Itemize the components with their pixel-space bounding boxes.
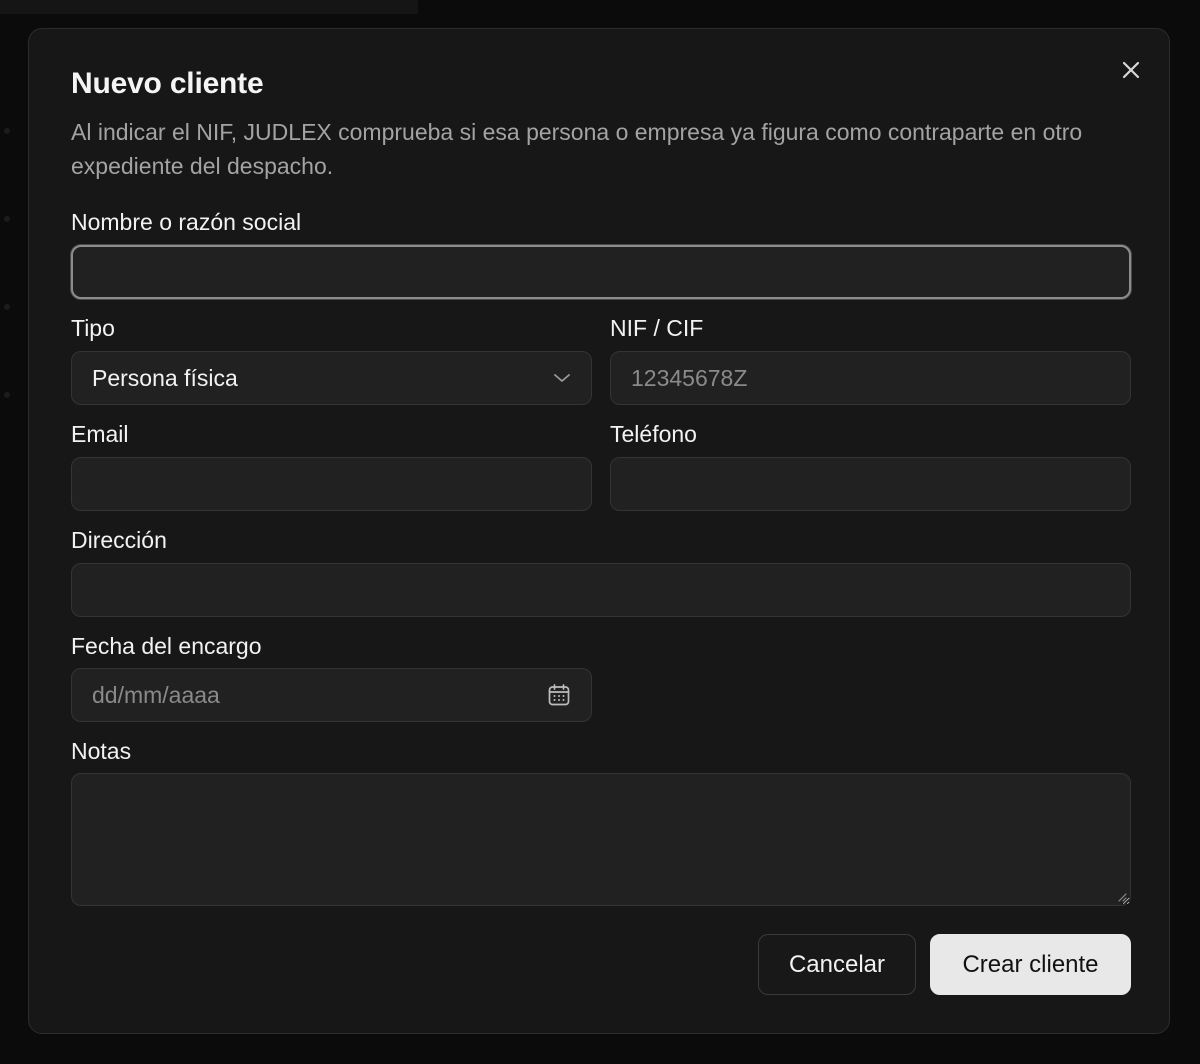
cancel-button[interactable]: Cancelar [758, 934, 916, 995]
address-label: Dirección [71, 527, 167, 553]
notes-label: Notas [71, 738, 132, 764]
address-input[interactable] [71, 563, 1131, 617]
close-icon [1122, 61, 1140, 79]
type-label: Tipo [71, 315, 115, 341]
notes-textarea[interactable] [71, 773, 1131, 906]
email-input[interactable] [71, 457, 592, 511]
name-label: Nombre o razón social [71, 209, 302, 235]
dialog-description: Al indicar el NIF, JUDLEX comprueba si e… [71, 119, 1083, 179]
date-input[interactable]: dd/mm/aaaa [71, 668, 592, 722]
chevron-down-icon [554, 374, 570, 382]
dialog-title: Nuevo cliente [71, 67, 264, 100]
name-input[interactable] [71, 245, 1131, 299]
email-label: Email [71, 421, 129, 447]
type-select-value: Persona física [92, 364, 238, 391]
date-placeholder: dd/mm/aaaa [92, 681, 220, 708]
background-dot [4, 128, 10, 134]
new-client-dialog: Nuevo cliente Al indicar el NIF, JUDLEX … [28, 28, 1170, 1034]
nif-input[interactable] [610, 351, 1131, 405]
background-dot [4, 304, 10, 310]
date-label: Fecha del encargo [71, 633, 262, 659]
type-select[interactable]: Persona física [71, 351, 592, 405]
phone-label: Teléfono [610, 421, 697, 447]
notes-wrapper [71, 773, 1131, 906]
resize-handle-icon[interactable] [1117, 892, 1127, 902]
create-client-button[interactable]: Crear cliente [930, 934, 1131, 995]
phone-input[interactable] [610, 457, 1131, 511]
background-dot [4, 216, 10, 222]
background-dot [4, 392, 10, 398]
calendar-icon[interactable] [547, 683, 571, 707]
background-header-bar [0, 0, 418, 14]
nif-label: NIF / CIF [610, 315, 704, 341]
close-button[interactable] [1118, 57, 1144, 83]
